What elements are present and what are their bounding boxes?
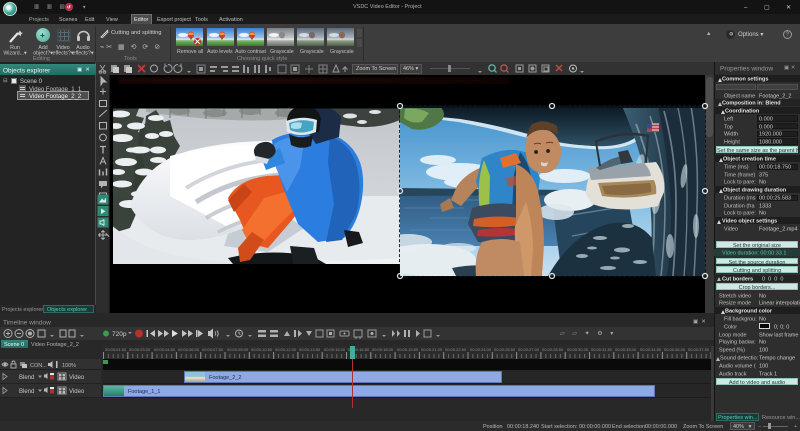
svg-text:CON...: CON...	[30, 363, 47, 369]
svg-text:Video: Video	[69, 389, 85, 395]
svg-text:100%: 100%	[62, 363, 76, 369]
svg-text:Blend: Blend	[19, 389, 34, 395]
svg-text:Video: Video	[69, 375, 85, 381]
svg-text:Blend: Blend	[19, 375, 34, 381]
svg-text:720p: 720p	[112, 331, 127, 338]
